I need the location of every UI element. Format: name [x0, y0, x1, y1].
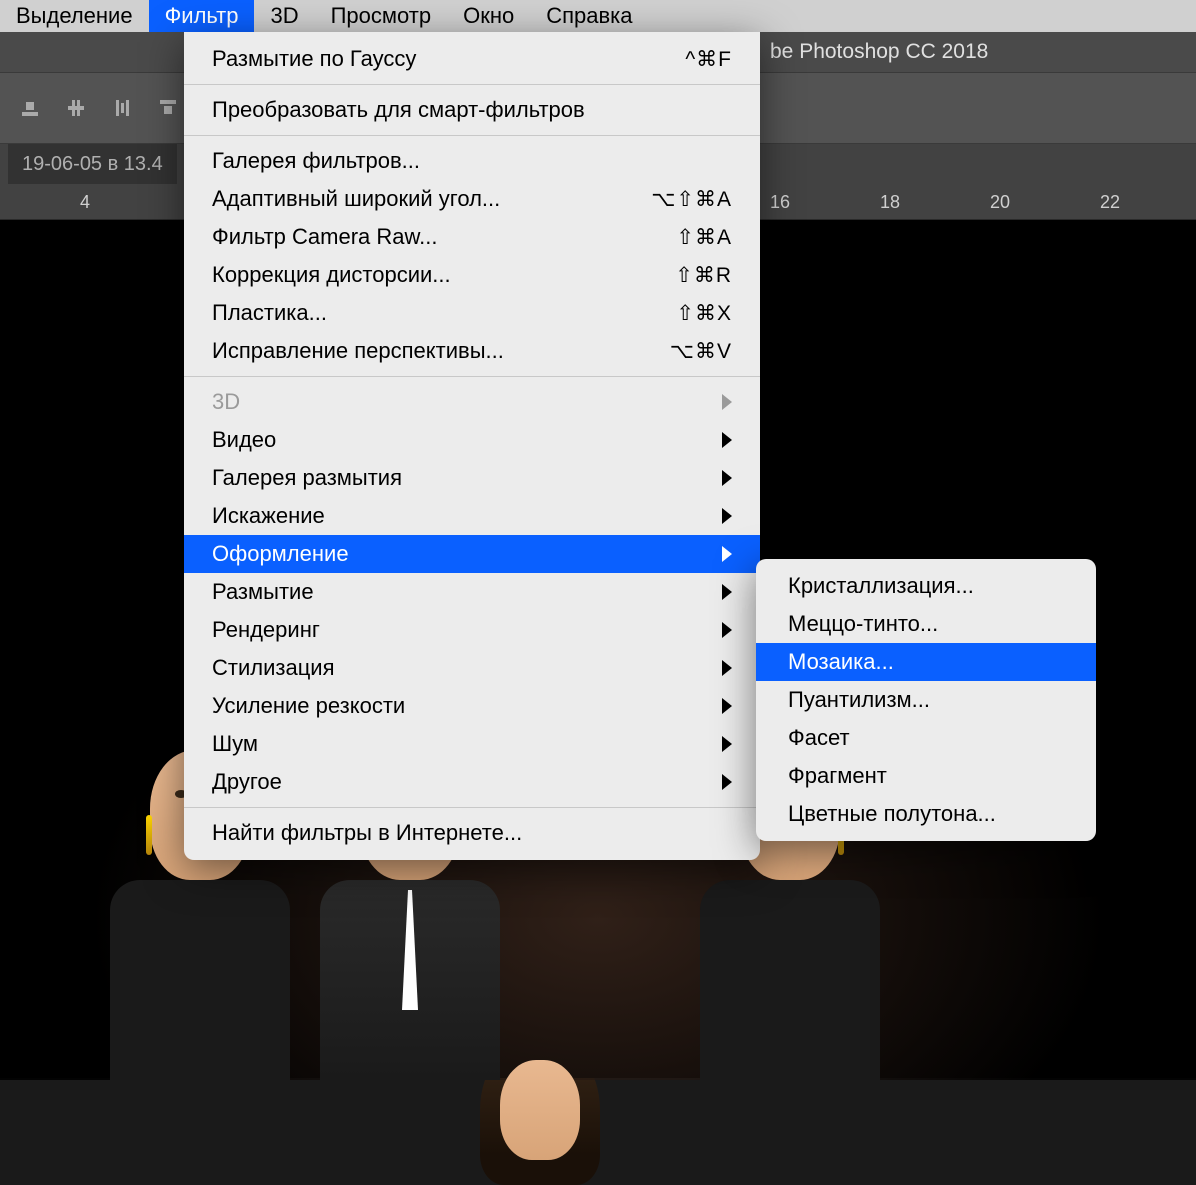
- menu-label: Стилизация: [212, 655, 710, 681]
- menu-other-sub[interactable]: Другое: [184, 763, 760, 801]
- menu-3d[interactable]: 3D: [254, 0, 314, 32]
- submenu-color-halftone[interactable]: Цветные полутона...: [756, 795, 1096, 833]
- submenu-arrow-icon: [722, 508, 732, 524]
- menu-label: Меццо-тинто...: [788, 611, 1064, 637]
- submenu-arrow-icon: [722, 584, 732, 600]
- submenu-fragment[interactable]: Фрагмент: [756, 757, 1096, 795]
- menu-label: Исправление перспективы...: [212, 338, 650, 364]
- menu-label: Искажение: [212, 503, 710, 529]
- menu-shortcut: ⇧⌘R: [675, 263, 732, 288]
- menu-shortcut: ^⌘F: [685, 47, 732, 72]
- menu-find-filters-online[interactable]: Найти фильтры в Интернете...: [184, 814, 760, 852]
- submenu-arrow-icon: [722, 470, 732, 486]
- menu-camera-raw[interactable]: Фильтр Camera Raw... ⇧⌘A: [184, 218, 760, 256]
- filter-dropdown: Размытие по Гауссу ^⌘F Преобразовать для…: [184, 32, 760, 860]
- ruler-mark: 20: [990, 192, 1010, 213]
- menu-label: Шум: [212, 731, 710, 757]
- menu-separator: [184, 807, 760, 808]
- menu-stylize-sub[interactable]: Стилизация: [184, 649, 760, 687]
- submenu-arrow-icon: [722, 774, 732, 790]
- menu-pixelate-sub[interactable]: Оформление: [184, 535, 760, 573]
- submenu-arrow-icon: [722, 698, 732, 714]
- submenu-arrow-icon: [722, 736, 732, 752]
- submenu-arrow-icon: [722, 394, 732, 410]
- menu-vanishing-point[interactable]: Исправление перспективы... ⌥⌘V: [184, 332, 760, 370]
- menu-render-sub[interactable]: Рендеринг: [184, 611, 760, 649]
- menu-gaussian-blur[interactable]: Размытие по Гауссу ^⌘F: [184, 40, 760, 78]
- ruler-mark: 22: [1100, 192, 1120, 213]
- menu-label: Оформление: [212, 541, 710, 567]
- menu-separator: [184, 376, 760, 377]
- menu-blur-sub[interactable]: Размытие: [184, 573, 760, 611]
- menu-label: Пластика...: [212, 300, 656, 326]
- submenu-facet[interactable]: Фасет: [756, 719, 1096, 757]
- menu-filter[interactable]: Фильтр: [149, 0, 255, 32]
- menu-label: Фрагмент: [788, 763, 1064, 789]
- menu-label: Коррекция дисторсии...: [212, 262, 655, 288]
- menu-blur-gallery-sub[interactable]: Галерея размытия: [184, 459, 760, 497]
- menu-label: Фасет: [788, 725, 1064, 751]
- align-icon-1[interactable]: [14, 92, 46, 124]
- ruler-mark: 4: [80, 192, 90, 213]
- menu-label: Видео: [212, 427, 710, 453]
- menu-adaptive-wide-angle[interactable]: Адаптивный широкий угол... ⌥⇧⌘A: [184, 180, 760, 218]
- menu-label: Кристаллизация...: [788, 573, 1064, 599]
- submenu-arrow-icon: [722, 432, 732, 448]
- submenu-arrow-icon: [722, 660, 732, 676]
- menu-convert-smart-filters[interactable]: Преобразовать для смарт-фильтров: [184, 91, 760, 129]
- submenu-mezzotint[interactable]: Меццо-тинто...: [756, 605, 1096, 643]
- pixelate-submenu: Кристаллизация... Меццо-тинто... Мозаика…: [756, 559, 1096, 841]
- menubar: Выделение Фильтр 3D Просмотр Окно Справк…: [0, 0, 1196, 32]
- menu-label: Мозаика...: [788, 649, 1064, 675]
- app-title: be Photoshop CC 2018: [770, 40, 988, 64]
- align-icon-4[interactable]: [152, 92, 184, 124]
- menu-label: Рендеринг: [212, 617, 710, 643]
- menu-filter-gallery[interactable]: Галерея фильтров...: [184, 142, 760, 180]
- menu-label: Галерея фильтров...: [212, 148, 732, 174]
- menu-shortcut: ⌥⌘V: [670, 339, 732, 364]
- menu-label: Найти фильтры в Интернете...: [212, 820, 732, 846]
- menu-label: Размытие по Гауссу: [212, 46, 665, 72]
- menu-noise-sub[interactable]: Шум: [184, 725, 760, 763]
- submenu-pointillize[interactable]: Пуантилизм...: [756, 681, 1096, 719]
- menu-label: Размытие: [212, 579, 710, 605]
- submenu-crystallize[interactable]: Кристаллизация...: [756, 567, 1096, 605]
- menu-label: 3D: [212, 389, 710, 415]
- submenu-arrow-icon: [722, 622, 732, 638]
- align-icon-2[interactable]: [60, 92, 92, 124]
- menu-label: Преобразовать для смарт-фильтров: [212, 97, 732, 123]
- submenu-mosaic[interactable]: Мозаика...: [756, 643, 1096, 681]
- menu-window[interactable]: Окно: [447, 0, 530, 32]
- menu-help[interactable]: Справка: [530, 0, 648, 32]
- menu-3d-sub: 3D: [184, 383, 760, 421]
- menu-separator: [184, 84, 760, 85]
- submenu-arrow-icon: [722, 546, 732, 562]
- menu-separator: [184, 135, 760, 136]
- menu-label: Пуантилизм...: [788, 687, 1064, 713]
- menu-shortcut: ⌥⇧⌘A: [651, 187, 732, 212]
- menu-label: Усиление резкости: [212, 693, 710, 719]
- align-icon-3[interactable]: [106, 92, 138, 124]
- menu-label: Адаптивный широкий угол...: [212, 186, 631, 212]
- menu-video-sub[interactable]: Видео: [184, 421, 760, 459]
- ruler-mark: 16: [770, 192, 790, 213]
- menu-shortcut: ⇧⌘X: [676, 301, 732, 326]
- menu-distort-sub[interactable]: Искажение: [184, 497, 760, 535]
- document-tab[interactable]: 19-06-05 в 13.4: [8, 144, 177, 184]
- menu-selection[interactable]: Выделение: [0, 0, 149, 32]
- menu-label: Галерея размытия: [212, 465, 710, 491]
- menu-liquify[interactable]: Пластика... ⇧⌘X: [184, 294, 760, 332]
- menu-label: Цветные полутона...: [788, 801, 1064, 827]
- menu-shortcut: ⇧⌘A: [676, 225, 732, 250]
- menu-sharpen-sub[interactable]: Усиление резкости: [184, 687, 760, 725]
- menu-lens-correction[interactable]: Коррекция дисторсии... ⇧⌘R: [184, 256, 760, 294]
- menu-label: Фильтр Camera Raw...: [212, 224, 656, 250]
- menu-label: Другое: [212, 769, 710, 795]
- menu-view[interactable]: Просмотр: [315, 0, 447, 32]
- ruler-mark: 18: [880, 192, 900, 213]
